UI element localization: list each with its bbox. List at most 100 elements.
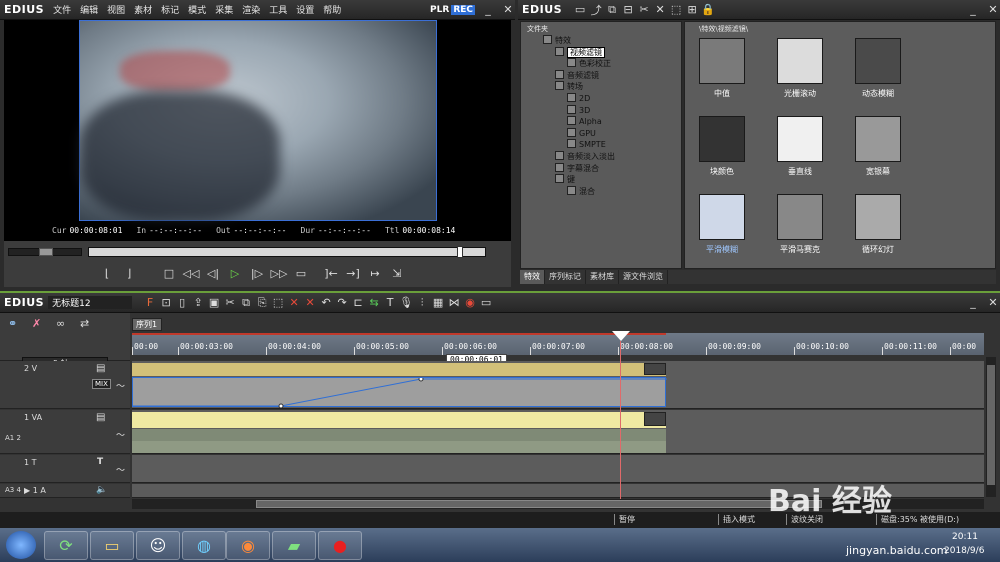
effect-item[interactable]: 平滑模糊 <box>693 194 751 255</box>
layout-icon[interactable]: ▭ <box>478 296 494 309</box>
tree-item[interactable]: 字幕混合 <box>555 162 599 174</box>
tree-item[interactable]: 音频淡入淡出 <box>555 151 615 162</box>
tree-item[interactable]: 3D <box>567 104 590 115</box>
play-icon[interactable]: ▷ <box>226 266 244 282</box>
timeline-vscroll[interactable] <box>986 357 996 497</box>
clip-1va-audio[interactable] <box>132 429 666 441</box>
bin-close-icon[interactable]: ✕ <box>986 3 1000 17</box>
menu-item-9[interactable]: 设置 <box>296 3 314 16</box>
step-forward-icon[interactable]: |▷ <box>248 266 266 282</box>
clip-2v-body[interactable] <box>132 377 667 408</box>
menu-item-6[interactable]: 采集 <box>215 3 233 16</box>
folder-icon[interactable]: ▭ <box>572 3 588 16</box>
tree-item[interactable]: 键 <box>555 174 575 185</box>
set-out-icon[interactable]: ⌋ <box>120 266 138 282</box>
taskbar-record-icon[interactable]: ● <box>318 531 362 560</box>
taskbar-qq-icon[interactable]: ☺ <box>136 531 180 560</box>
delete-clip-icon[interactable]: ✕ <box>286 296 302 309</box>
timeline-ruler[interactable]: 00:00 00:00:03:00 00:00:04:00 00:00:05:00 00… <box>132 333 984 355</box>
view-icon[interactable]: ⊞ <box>684 3 700 16</box>
opacity-keyframe-line[interactable] <box>133 378 667 408</box>
track-wave-icon-1va[interactable]: 〜 <box>116 428 125 441</box>
render-icon[interactable]: ⇆ <box>366 296 382 309</box>
effect-item[interactable]: 循环幻灯 <box>849 194 907 255</box>
menu-item-8[interactable]: 工具 <box>269 3 287 16</box>
new-file-icon[interactable]: ▯ <box>174 296 190 309</box>
taskbar-360-icon[interactable]: ⟳ <box>44 531 88 560</box>
menu-item-4[interactable]: 标记 <box>161 3 179 16</box>
overwrite-icon[interactable]: →] <box>344 266 362 282</box>
snap-icon[interactable]: ⋈ <box>446 296 462 309</box>
clip-1va-video[interactable] <box>132 412 666 428</box>
track-body-1va[interactable] <box>132 410 984 454</box>
loop-icon[interactable]: ▭ <box>292 266 310 282</box>
trim-icon[interactable]: ⊏ <box>350 296 366 309</box>
insert-icon[interactable]: ]← <box>322 266 340 282</box>
plr-label[interactable]: PLR <box>430 5 449 15</box>
tree-item[interactable]: 视频滤镜 <box>555 46 605 58</box>
tree-item[interactable]: 混合 <box>567 185 595 197</box>
redo-icon[interactable]: ↷ <box>334 296 350 309</box>
taskbar-media-icon[interactable]: ◍ <box>182 531 226 560</box>
grid-icon[interactable]: ▦ <box>430 296 446 309</box>
menu-item-1[interactable]: 编辑 <box>80 3 98 16</box>
speaker-icon[interactable]: 🔈 <box>96 485 107 495</box>
menu-item-5[interactable]: 模式 <box>188 3 206 16</box>
taskbar-explorer-icon[interactable]: ▭ <box>90 531 134 560</box>
new-sequence-icon[interactable]: F <box>142 296 158 309</box>
settings-icon[interactable]: ⊟ <box>620 3 636 16</box>
paste-icon[interactable]: ⎘ <box>254 296 270 310</box>
open-icon[interactable]: ⇪ <box>190 296 206 309</box>
sequence-tab[interactable]: 序列1 <box>132 318 162 331</box>
bin-minimize-icon[interactable]: _ <box>966 3 980 17</box>
stop-icon[interactable]: □ <box>160 266 178 282</box>
match-frame-icon[interactable]: ↦ <box>366 266 384 282</box>
timeline-close-icon[interactable]: ✕ <box>986 296 1000 310</box>
bin-tab-1[interactable]: 序列标记 <box>545 270 586 284</box>
rec-badge[interactable]: REC <box>451 4 475 15</box>
up-folder-icon[interactable]: ⤴ <box>588 2 604 18</box>
scrub-bar[interactable] <box>88 246 486 258</box>
effect-item[interactable]: 光栅滚动 <box>771 38 829 99</box>
link-icon[interactable]: ⚭ <box>8 317 17 330</box>
effect-item[interactable]: 块颜色 <box>693 116 751 177</box>
loop-track-icon[interactable]: ∞ <box>56 317 65 330</box>
playhead-triangle[interactable] <box>612 331 630 341</box>
rewind-icon[interactable]: ◁◁ <box>182 266 200 282</box>
effect-item[interactable]: 垂直线 <box>771 116 829 177</box>
track-mix-badge[interactable]: MIX <box>92 379 111 389</box>
menu-item-0[interactable]: 文件 <box>53 3 71 16</box>
bin-tab-0[interactable]: 特效 <box>520 270 545 284</box>
tree-item[interactable]: 转场 <box>555 81 583 92</box>
menu-item-10[interactable]: 帮助 <box>323 3 341 16</box>
effect-item[interactable]: 平滑马赛克 <box>771 194 829 255</box>
minimize-icon[interactable]: _ <box>481 3 495 17</box>
menu-item-3[interactable]: 素材 <box>134 3 152 16</box>
track-wave-icon-1t[interactable]: 〜 <box>116 463 125 476</box>
clip-1va-audio2[interactable] <box>132 441 666 453</box>
undo-icon[interactable]: ↶ <box>318 296 334 309</box>
cut-icon[interactable]: ✂ <box>636 3 652 16</box>
taskbar-firefox-icon[interactable]: ◉ <box>226 531 270 560</box>
properties-icon[interactable]: ⬚ <box>668 3 684 16</box>
sync-icon[interactable]: ⇄ <box>80 317 89 330</box>
shuttle-slider[interactable] <box>8 248 82 256</box>
tree-item[interactable]: 色彩校正 <box>567 58 611 69</box>
tree-item[interactable]: 特效 <box>543 35 571 46</box>
effect-item[interactable]: 宽银幕 <box>849 116 907 177</box>
tree-item[interactable]: GPU <box>567 127 596 138</box>
copy-icon[interactable]: ⧉ <box>604 3 620 17</box>
magnet-icon[interactable]: ✗ <box>32 317 41 330</box>
shuttle-knob[interactable] <box>39 248 53 256</box>
mic-icon[interactable]: 🎙 <box>398 296 414 309</box>
menu-item-2[interactable]: 视图 <box>107 3 125 16</box>
delete-icon[interactable]: ✕ <box>652 3 668 16</box>
export-icon[interactable]: ⇲ <box>388 266 406 282</box>
menu-item-7[interactable]: 渲染 <box>242 3 260 16</box>
timeline-scroll-thumb[interactable] <box>256 500 822 508</box>
clip-2v-top[interactable] <box>132 363 666 376</box>
copy-clip-icon[interactable]: ⧉ <box>238 296 254 310</box>
replace-icon[interactable]: ⬚ <box>270 296 286 309</box>
capture-icon[interactable]: ⊡ <box>158 296 174 309</box>
close-icon[interactable]: ✕ <box>501 3 515 17</box>
